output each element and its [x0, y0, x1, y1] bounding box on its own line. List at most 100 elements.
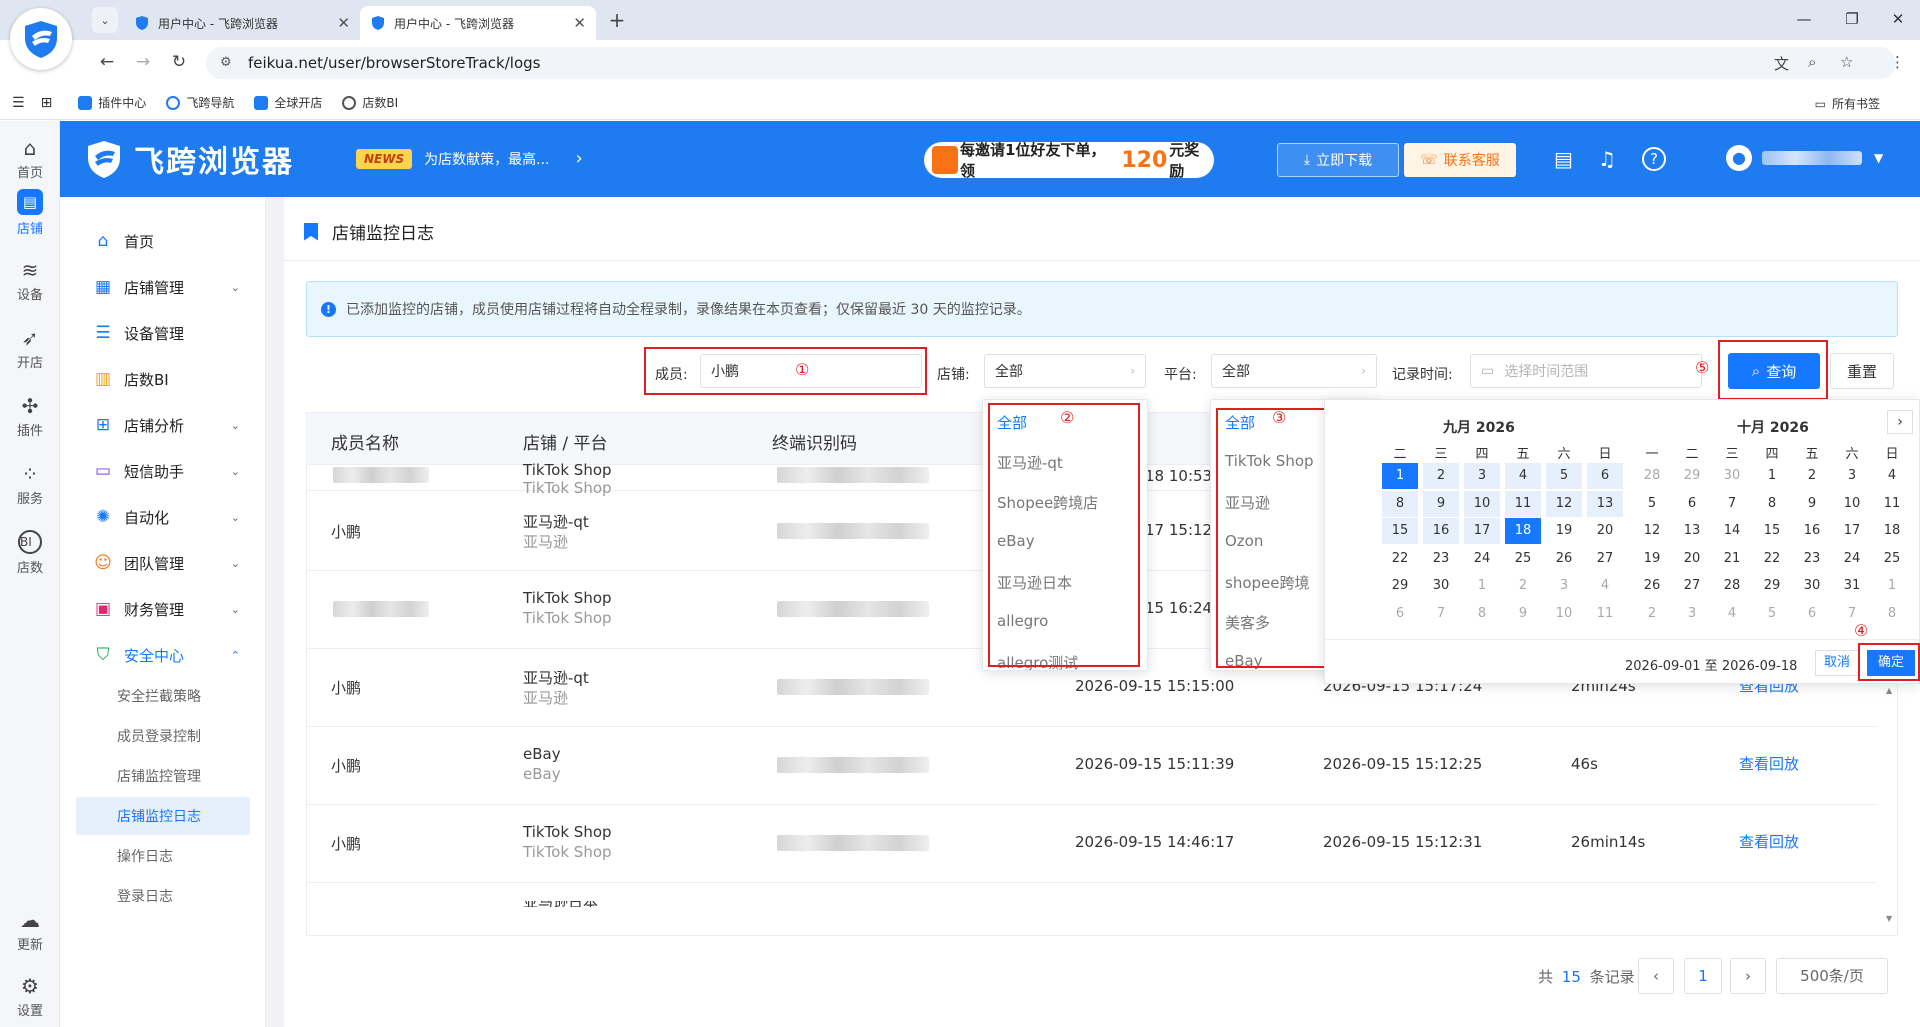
calendar-day[interactable]: 31 [1834, 573, 1870, 599]
bell-icon[interactable]: ♫ [1598, 147, 1616, 171]
calendar-day[interactable]: 6 [1587, 463, 1623, 489]
calendar-day[interactable]: 28 [1634, 463, 1670, 489]
tab-list-button[interactable]: ⌄ [92, 7, 118, 33]
calendar-day[interactable]: 22 [1754, 546, 1790, 572]
calendar-day[interactable]: 15 [1382, 518, 1418, 544]
calendar-day[interactable]: 10 [1834, 491, 1870, 517]
calendar-day[interactable]: 13 [1674, 518, 1710, 544]
calendar-day[interactable]: 11 [1874, 491, 1910, 517]
menu-item-store-analysis[interactable]: ⊞ 店铺分析 ⌄ [60, 403, 266, 447]
restore-icon[interactable]: ❐ [1842, 10, 1862, 28]
calendar-day[interactable]: 29 [1674, 463, 1710, 489]
calendar-day[interactable]: 29 [1754, 573, 1790, 599]
reload-icon[interactable]: ↻ [168, 52, 190, 72]
calendar-day[interactable]: 3 [1674, 601, 1710, 627]
rail-item-plugin[interactable]: ✣ 插件 [0, 387, 60, 447]
calendar-day[interactable]: 11 [1505, 490, 1541, 517]
menu-sub-monitor-log[interactable]: 店铺监控日志 [76, 797, 250, 835]
calendar-day[interactable]: 8 [1382, 490, 1418, 517]
menu-item-store-mgmt[interactable]: ▦ 店铺管理 ⌄ [60, 265, 266, 309]
menu-item-team[interactable]: ☺ 团队管理 ⌄ [60, 541, 266, 585]
page-size-select[interactable]: 500条/页 [1776, 958, 1888, 994]
calendar-day[interactable]: 15 [1754, 518, 1790, 544]
calendar-day[interactable]: 16 [1794, 518, 1830, 544]
menu-sub-monitor-mgmt[interactable]: 店铺监控管理 [60, 757, 266, 795]
all-bookmarks[interactable]: ▭ 所有书签 [1815, 95, 1880, 112]
menu-sub-intercept[interactable]: 安全拦截策略 [60, 677, 266, 715]
calendar-day[interactable]: 27 [1674, 573, 1710, 599]
calendar-day[interactable]: 5 [1546, 463, 1582, 489]
news-banner[interactable]: NEWS 为店数献策，最高... › [356, 148, 583, 169]
document-icon[interactable]: ▤ [1554, 147, 1573, 171]
calendar-day[interactable]: 17 [1834, 518, 1870, 544]
calendar-day[interactable]: 18 [1505, 518, 1541, 544]
menu-sub-login-control[interactable]: 成员登录控制 [60, 717, 266, 755]
calendar-day[interactable]: 5 [1634, 491, 1670, 517]
contact-support-button[interactable]: ☏ 联系客服 [1404, 143, 1516, 177]
calendar-day[interactable]: 26 [1634, 573, 1670, 599]
sidebar-toggle-icon[interactable]: ☰ [12, 95, 25, 111]
calendar-day[interactable]: 21 [1714, 546, 1750, 572]
view-replay-link[interactable]: 查看回放 [1739, 753, 1799, 774]
calendar-day[interactable]: 6 [1794, 601, 1830, 627]
calendar-day[interactable]: 10 [1546, 601, 1582, 627]
rail-item-device[interactable]: ≋ 设备 [0, 251, 60, 311]
calendar-day[interactable]: 19 [1546, 518, 1582, 544]
bookmark-item[interactable]: 插件中心 [78, 94, 146, 111]
calendar-day[interactable]: 18 [1874, 518, 1910, 544]
calendar-day[interactable]: 8 [1464, 601, 1500, 627]
rail-item-store[interactable]: ▤ 店铺 [0, 183, 60, 243]
calendar-day[interactable]: 9 [1423, 490, 1459, 517]
close-tab-icon[interactable]: ✕ [573, 14, 586, 32]
calendar-day[interactable]: 22 [1382, 546, 1418, 572]
browser-tab-1[interactable]: 用户中心 - 飞跨浏览器 ✕ [124, 6, 360, 40]
calendar-day[interactable]: 3 [1546, 573, 1582, 599]
back-icon[interactable]: ← [96, 52, 118, 72]
calendar-day[interactable]: 2 [1634, 601, 1670, 627]
reset-button[interactable]: 重置 [1830, 353, 1894, 389]
next-page-icon[interactable]: › [1730, 958, 1766, 994]
calendar-day[interactable]: 13 [1587, 490, 1623, 517]
rail-item-open-store[interactable]: ➶ 开店 [0, 319, 60, 379]
calendar-day[interactable]: 3 [1834, 463, 1870, 489]
calendar-day[interactable]: 6 [1674, 491, 1710, 517]
store-select[interactable]: 全部 › [984, 354, 1146, 388]
close-tab-icon[interactable]: ✕ [337, 14, 350, 32]
platform-select[interactable]: 全部 › [1211, 354, 1377, 388]
calendar-day[interactable]: 8 [1754, 491, 1790, 517]
calendar-day[interactable]: 17 [1464, 518, 1500, 544]
calendar-day[interactable]: 9 [1794, 491, 1830, 517]
rail-item-settings[interactable]: ⚙ 设置 [0, 967, 60, 1027]
calendar-day[interactable]: 9 [1505, 601, 1541, 627]
calendar-day[interactable]: 1 [1382, 463, 1418, 489]
user-menu[interactable]: ● ▼ [1726, 145, 1883, 171]
bookmark-item[interactable]: 店数BI [342, 94, 398, 111]
next-month-icon[interactable]: › [1887, 410, 1913, 434]
calendar-day[interactable]: 2 [1505, 573, 1541, 599]
calendar-day[interactable]: 16 [1423, 518, 1459, 544]
calendar-day[interactable]: 20 [1674, 546, 1710, 572]
site-info-icon[interactable]: ⚙ [220, 55, 236, 71]
calendar-day[interactable]: 24 [1464, 546, 1500, 572]
calendar-day[interactable]: 14 [1714, 518, 1750, 544]
calendar-day[interactable]: 11 [1587, 601, 1623, 627]
bookmark-star-icon[interactable]: ☆ [1840, 53, 1853, 71]
calendar-day[interactable]: 27 [1587, 546, 1623, 572]
apps-icon[interactable]: ⊞ [41, 95, 53, 111]
calendar-day[interactable]: 29 [1382, 573, 1418, 599]
calendar-day[interactable]: 10 [1464, 490, 1500, 517]
calendar-day[interactable]: 24 [1834, 546, 1870, 572]
prev-page-icon[interactable]: ‹ [1638, 958, 1674, 994]
calendar-day[interactable]: 25 [1874, 546, 1910, 572]
scroll-up-icon[interactable]: ▲ [1886, 686, 1892, 695]
browser-tab-2[interactable]: 用户中心 - 飞跨浏览器 ✕ [360, 6, 596, 40]
menu-sub-login-log[interactable]: 登录日志 [60, 877, 266, 915]
calendar-day[interactable]: 26 [1546, 546, 1582, 572]
bookmark-item[interactable]: 全球开店 [254, 94, 322, 111]
forward-icon[interactable]: → [132, 52, 154, 72]
close-window-icon[interactable]: ✕ [1888, 10, 1908, 28]
calendar-day[interactable]: 1 [1754, 463, 1790, 489]
calendar-day[interactable]: 4 [1874, 463, 1910, 489]
menu-item-automation[interactable]: ✺ 自动化 ⌄ [60, 495, 266, 539]
calendar-day[interactable]: 12 [1546, 490, 1582, 517]
